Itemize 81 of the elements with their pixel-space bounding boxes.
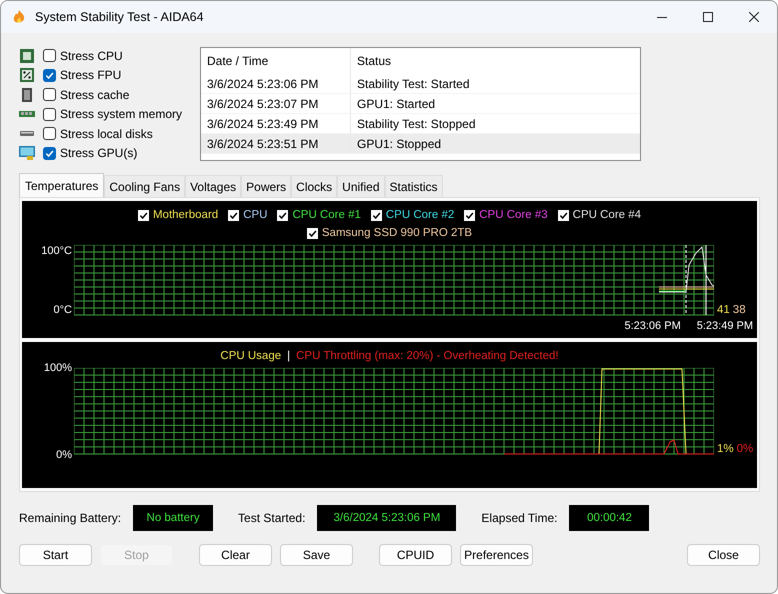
checkbox[interactable] [43, 127, 56, 140]
chip-icon [19, 48, 35, 64]
axis-label: 100°C [41, 245, 72, 257]
field-label: Elapsed Time: [481, 511, 558, 525]
legend-label: CPU Core #3 [479, 209, 548, 221]
checkbox-label[interactable]: Stress FPU [60, 68, 122, 82]
axis-label: 0°C [54, 304, 72, 316]
push-button[interactable]: Close [687, 544, 760, 566]
legend-label: Samsung SSD 990 PRO 2TB [322, 227, 472, 239]
checkbox[interactable] [464, 210, 476, 220]
axis-label: 5:23:06 PM [624, 320, 681, 332]
status-display: 3/6/2024 5:23:06 PM [317, 505, 456, 531]
table-cell: 3/6/2024 5:23:51 PM [201, 134, 351, 153]
checkbox[interactable] [138, 210, 149, 220]
status-display: 00:00:42 [569, 505, 650, 531]
legend-label: Motherboard [152, 209, 218, 221]
table-cell-text: GPU1: Started [356, 96, 436, 110]
disk-drive-icon [20, 131, 34, 136]
legend-label: CPU Core #1 [292, 209, 361, 221]
checkbox[interactable] [43, 108, 56, 121]
table-cell-text: Stability Test: Stopped [356, 116, 477, 130]
field-label: Remaining Battery: [19, 511, 122, 525]
checkbox[interactable] [43, 146, 56, 160]
reading: 1% [717, 443, 734, 455]
tab[interactable]: Cooling Fans [104, 175, 186, 197]
table-cell-text: GPU1: Stopped [356, 136, 442, 150]
table-cell: 3/6/2024 5:23:07 PM [201, 94, 351, 113]
column-header[interactable]: Status [351, 54, 631, 68]
status-display: No battery [133, 505, 214, 531]
tab[interactable]: Unified [337, 175, 385, 197]
checkbox-label[interactable]: Stress system memory [60, 107, 182, 122]
legend-label: CPU Core #2 [386, 209, 454, 221]
maximize-icon [703, 12, 713, 22]
checkbox[interactable] [277, 210, 288, 220]
push-button[interactable]: Save [280, 544, 353, 566]
tab[interactable]: Temperatures [19, 173, 104, 197]
checkbox[interactable] [306, 228, 318, 238]
push-button[interactable]: Start [19, 544, 92, 566]
legend-label: | [287, 350, 290, 362]
checkbox[interactable] [558, 210, 569, 220]
reading: 0% [736, 443, 754, 455]
minimize-icon [657, 16, 667, 18]
checkbox[interactable] [228, 210, 240, 220]
checkbox-label[interactable]: Stress GPU(s) [60, 146, 138, 160]
push-button[interactable]: Clear [199, 544, 272, 566]
column-header[interactable]: Date / Time [201, 48, 351, 74]
table-cell: 3/6/2024 5:23:49 PM [201, 114, 351, 133]
checkbox[interactable] [43, 88, 56, 102]
checkbox[interactable] [43, 68, 56, 82]
close-icon [749, 12, 759, 22]
log-row[interactable]: 3/6/2024 5:23:07 PM GPU1: Started [201, 94, 640, 114]
push-button[interactable]: Preferences [460, 544, 533, 566]
percent-chip-icon [19, 67, 35, 84]
tab[interactable]: Powers [241, 175, 292, 197]
legend-label: CPU [243, 209, 268, 221]
table-cell: 3/6/2024 5:23:06 PM [201, 74, 351, 93]
flame-icon [11, 9, 27, 25]
cache-chip-icon [19, 86, 35, 103]
tab[interactable]: Statistics [384, 175, 443, 197]
push-button[interactable]: CPUID [379, 544, 452, 566]
axis-label: 0% [56, 449, 72, 461]
legend-label: CPU Throttling (max: 20%) - Overheating Detected! [296, 350, 559, 362]
log-row[interactable]: 3/6/2024 5:23:51 PM GPU1: Stopped [201, 134, 640, 154]
legend-label: CPU Core #4 [572, 209, 642, 221]
checkbox-label[interactable]: Stress cache [60, 88, 130, 102]
field-label: Test Started: [238, 511, 306, 525]
reading: 38 [732, 304, 746, 316]
tab[interactable]: Clocks [291, 175, 338, 197]
checkbox-label[interactable]: Stress CPU [60, 48, 123, 63]
axis-label: 5:23:49 PM [696, 320, 753, 332]
tab[interactable]: Voltages [185, 175, 242, 197]
log-row[interactable]: 3/6/2024 5:23:06 PM Stability Test: Started [201, 74, 640, 94]
reading: 41 [717, 304, 730, 316]
checkbox[interactable] [43, 49, 56, 62]
monitor-icon [19, 145, 35, 162]
table-cell-text: Stability Test: Started [356, 76, 470, 90]
window-title: System Stability Test - AIDA64 [35, 10, 204, 24]
axis-label: 100% [44, 362, 72, 374]
checkbox[interactable] [370, 210, 382, 220]
legend-label: CPU Usage [220, 350, 282, 362]
checkbox-label[interactable]: Stress local disks [60, 126, 153, 141]
